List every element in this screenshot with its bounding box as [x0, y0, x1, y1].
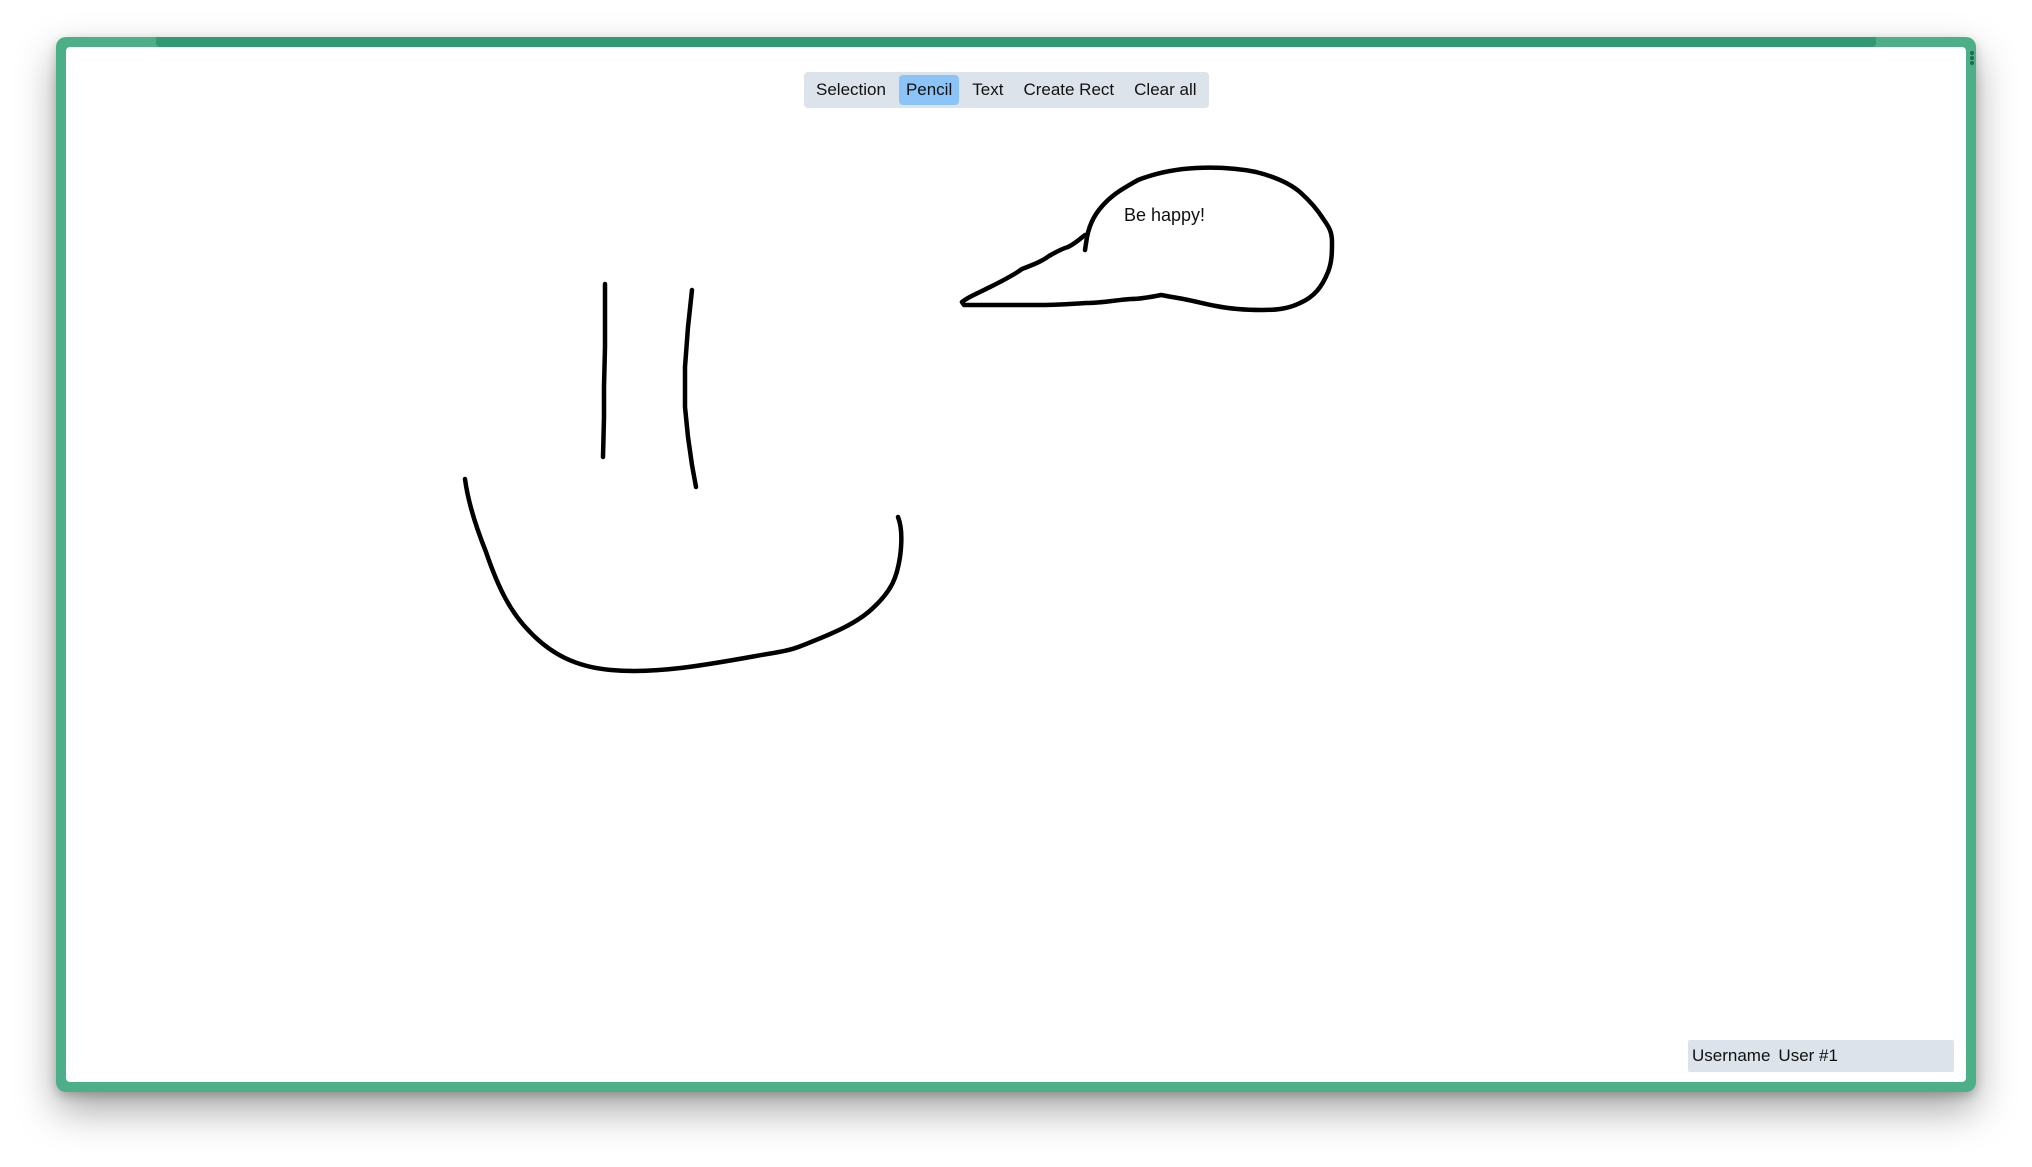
left-eye-stroke: [600, 281, 608, 460]
resize-grip-icon[interactable]: [1970, 51, 1974, 65]
app-window: Selection Pencil Text Create Rect Clear …: [56, 37, 1976, 1092]
drawing-canvas[interactable]: Selection Pencil Text Create Rect Clear …: [66, 47, 1966, 1082]
speech-bubble-stroke: [959, 165, 1335, 313]
mouth-stroke: [462, 476, 904, 674]
username-label: Username: [1692, 1046, 1771, 1065]
drawing-strokes: [462, 165, 1335, 674]
right-eye-stroke: [682, 287, 699, 490]
username-input[interactable]: [1778, 1046, 1939, 1066]
username-box: Username: [1688, 1040, 1954, 1072]
bubble-text[interactable]: Be happy!: [1124, 205, 1205, 226]
